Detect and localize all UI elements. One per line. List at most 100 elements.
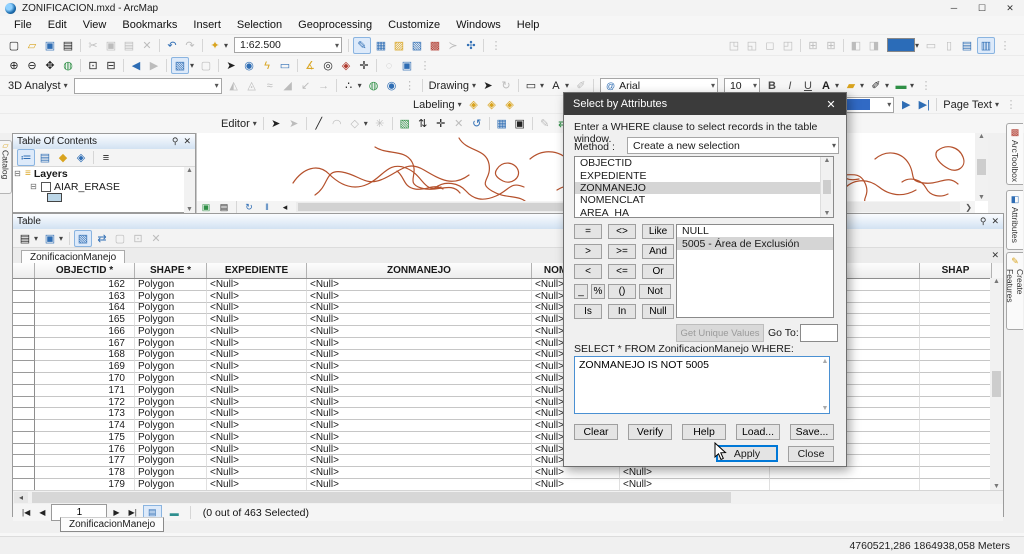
drawing-menu[interactable]: Drawing xyxy=(426,80,472,92)
where-clause-textarea[interactable]: ZONMANEJO IS NOT 5005 xyxy=(574,356,830,414)
dropdown-caret[interactable]: ▾ xyxy=(356,78,364,93)
close-button[interactable]: ✕ xyxy=(996,3,1024,14)
value-item[interactable]: NULL xyxy=(677,225,833,237)
labeling-menu[interactable]: Labeling xyxy=(410,99,458,111)
collapse-icon[interactable]: ⊟ xyxy=(29,182,38,191)
save-icon[interactable]: ▣ xyxy=(42,38,58,53)
row-selector[interactable] xyxy=(13,291,35,303)
row-selector[interactable] xyxy=(13,432,35,444)
scrollbar-thumb[interactable] xyxy=(992,371,1001,397)
arccatalog-icon[interactable]: ▨ xyxy=(391,38,407,53)
toc-header[interactable]: Table Of Contents ⚲ ✕ xyxy=(13,134,195,149)
row-selector[interactable] xyxy=(13,279,35,291)
catalog-window-icon[interactable]: ▧ xyxy=(409,38,425,53)
chevron-down-icon[interactable]: ▾ xyxy=(913,38,921,53)
3d-analyst-menu[interactable]: 3D Analyst xyxy=(5,80,64,92)
table-row[interactable]: 163Polygon<Null><Null><Null><Null> xyxy=(13,291,1003,303)
scroll-down-icon[interactable]: ▼ xyxy=(993,483,1000,490)
table-panel-header[interactable]: Table ⚲ ✕ xyxy=(13,214,1003,229)
overflow-icon[interactable]: ⋮ xyxy=(488,38,504,53)
active-frame-icon[interactable]: ▥ xyxy=(977,37,995,54)
attributes-icon[interactable]: ▦ xyxy=(494,116,510,131)
select-caret[interactable]: ▾ xyxy=(188,58,196,73)
editor-pencil-icon[interactable]: ✎ xyxy=(353,37,371,54)
overflow-icon[interactable]: ⋮ xyxy=(417,58,433,73)
table-row[interactable]: 170Polygon<Null><Null><Null><Null> xyxy=(13,373,1003,385)
dropdown-caret[interactable]: ▾ xyxy=(883,78,891,93)
toc-scrollbar[interactable]: ▲ ▼ xyxy=(184,167,195,213)
dropdown-caret[interactable]: ▾ xyxy=(222,38,230,53)
pin-icon[interactable]: ⚲ xyxy=(980,216,987,227)
table-horizontal-scrollbar[interactable]: ◂ xyxy=(13,490,1003,504)
row-selector[interactable] xyxy=(13,455,35,467)
analyst-layer-combobox[interactable]: ▾ xyxy=(74,78,222,94)
edit-tin-icon[interactable]: ◬ xyxy=(244,78,260,93)
dropdown-caret[interactable]: ▾ xyxy=(908,78,916,93)
menu-item[interactable]: View xyxy=(75,19,115,31)
table-row[interactable]: 165Polygon<Null><Null><Null><Null> xyxy=(13,314,1003,326)
create-tin-icon[interactable]: ◭ xyxy=(226,78,242,93)
field-item[interactable]: OBJECTID xyxy=(575,157,833,169)
fixed-zoom-out-icon[interactable]: ⊟ xyxy=(103,58,119,73)
column-header[interactable]: ZONMANEJO xyxy=(307,263,532,278)
operator-button[interactable]: Or xyxy=(642,264,674,279)
halo-icon[interactable]: ▰ xyxy=(843,78,859,93)
table-row[interactable]: 175Polygon<Null><Null><Null><Null> xyxy=(13,432,1003,444)
column-header[interactable]: SHAPE * xyxy=(135,263,207,278)
dialog-button[interactable]: Load... xyxy=(736,424,780,440)
steepest-path-icon[interactable]: ↙ xyxy=(298,78,314,93)
zoom-in-icon[interactable]: ⊕ xyxy=(6,58,22,73)
scroll-up-icon[interactable]: ▲ xyxy=(978,133,985,140)
table-row[interactable]: 164Polygon<Null><Null><Null><Null> xyxy=(13,303,1003,315)
python-icon[interactable]: ≻ xyxy=(445,38,461,53)
table-row[interactable]: 169Polygon<Null><Null><Null><Null> xyxy=(13,361,1003,373)
scroll-up-icon[interactable]: ▲ xyxy=(186,167,193,174)
field-item[interactable]: NOMENCLAT xyxy=(575,194,833,206)
doc-gray-icon[interactable]: ▭ xyxy=(923,38,939,53)
dropdown-caret[interactable]: ▾ xyxy=(858,78,866,93)
move-icon[interactable]: ✛ xyxy=(433,116,449,131)
grid-show-icon[interactable]: ⊞ xyxy=(823,38,839,53)
overflow-icon[interactable]: ⋮ xyxy=(1003,97,1019,112)
table-row[interactable]: 174Polygon<Null><Null><Null><Null> xyxy=(13,420,1003,432)
menu-item[interactable]: Bookmarks xyxy=(114,19,185,31)
menu-item[interactable]: Selection xyxy=(229,19,290,31)
table-row[interactable]: 173Polygon<Null><Null><Null><Null> xyxy=(13,408,1003,420)
dropdown-caret[interactable]: ▾ xyxy=(538,78,546,93)
row-selector[interactable] xyxy=(13,338,35,350)
find-route-icon[interactable]: ◈ xyxy=(338,58,354,73)
table-row[interactable]: 179Polygon<Null><Null><Null><Null> xyxy=(13,479,1003,490)
pin-icon[interactable]: ⚲ xyxy=(172,136,179,147)
related-tables-icon[interactable]: ▣ xyxy=(42,231,58,246)
field-item[interactable]: ZONMANEJO xyxy=(575,182,833,194)
trace-icon[interactable]: ◇ xyxy=(347,116,363,131)
undo-icon[interactable]: ↶ xyxy=(164,38,180,53)
scroll-up-icon[interactable]: ▲ xyxy=(822,358,829,365)
row-selector[interactable] xyxy=(13,373,35,385)
arcscene-icon[interactable]: ◍ xyxy=(366,78,382,93)
select-features-icon[interactable]: ▧ xyxy=(171,57,189,74)
field-item[interactable]: EXPEDIENTE xyxy=(575,169,833,181)
clear-selection-icon[interactable]: ▢ xyxy=(112,231,128,246)
text-tool-icon[interactable]: A xyxy=(548,78,564,93)
delete-icon[interactable]: ✕ xyxy=(139,38,155,53)
window-view-icon[interactable]: ◰ xyxy=(780,38,796,53)
scroll-down-icon[interactable]: ▼ xyxy=(824,210,831,217)
close-icon[interactable]: ✕ xyxy=(816,98,846,111)
arc-segment-icon[interactable]: ◠ xyxy=(329,116,345,131)
operator-button[interactable]: Not xyxy=(639,284,671,299)
fields-listbox[interactable]: ▲ ▼ OBJECTIDEXPEDIENTEZONMANEJONOMENCLAT… xyxy=(574,156,834,218)
dropdown-caret[interactable]: ▾ xyxy=(362,116,370,131)
cut-icon[interactable]: ✂ xyxy=(85,38,101,53)
edit-more-icon[interactable]: ✎ xyxy=(537,116,553,131)
column-header[interactable]: SHAP xyxy=(920,263,992,278)
point-tool-icon[interactable]: ✳ xyxy=(372,116,388,131)
operator-button[interactable]: <= xyxy=(608,264,636,279)
layout-view-icon[interactable]: ▤ xyxy=(216,202,232,213)
table-row[interactable]: 166Polygon<Null><Null><Null><Null> xyxy=(13,326,1003,338)
italic-button[interactable]: I xyxy=(782,78,798,93)
value-item[interactable]: 5005 - Área de Exclusión xyxy=(677,237,833,249)
line-of-sight-icon[interactable]: → xyxy=(316,78,332,93)
refresh-icon[interactable]: ↻ xyxy=(241,202,257,213)
table-row[interactable]: 168Polygon<Null><Null><Null><Null> xyxy=(13,350,1003,362)
